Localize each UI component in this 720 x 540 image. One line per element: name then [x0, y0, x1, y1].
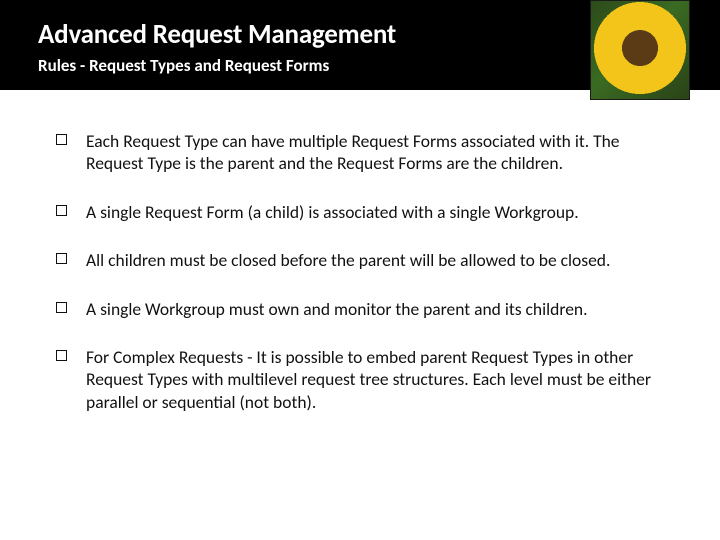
slide-body: Each Request Type can have multiple Requ… [0, 90, 720, 413]
slide: Advanced Request Management Rules - Requ… [0, 0, 720, 540]
sunflower-image [590, 0, 690, 100]
header-band: Advanced Request Management Rules - Requ… [0, 0, 720, 90]
list-item: A single Request Form (a child) is assoc… [56, 201, 676, 223]
bullet-list: Each Request Type can have multiple Requ… [56, 130, 676, 413]
list-item: All children must be closed before the p… [56, 249, 676, 271]
list-item: For Complex Requests - It is possible to… [56, 346, 676, 413]
list-item: Each Request Type can have multiple Requ… [56, 130, 676, 175]
list-item: A single Workgroup must own and monitor … [56, 298, 676, 320]
